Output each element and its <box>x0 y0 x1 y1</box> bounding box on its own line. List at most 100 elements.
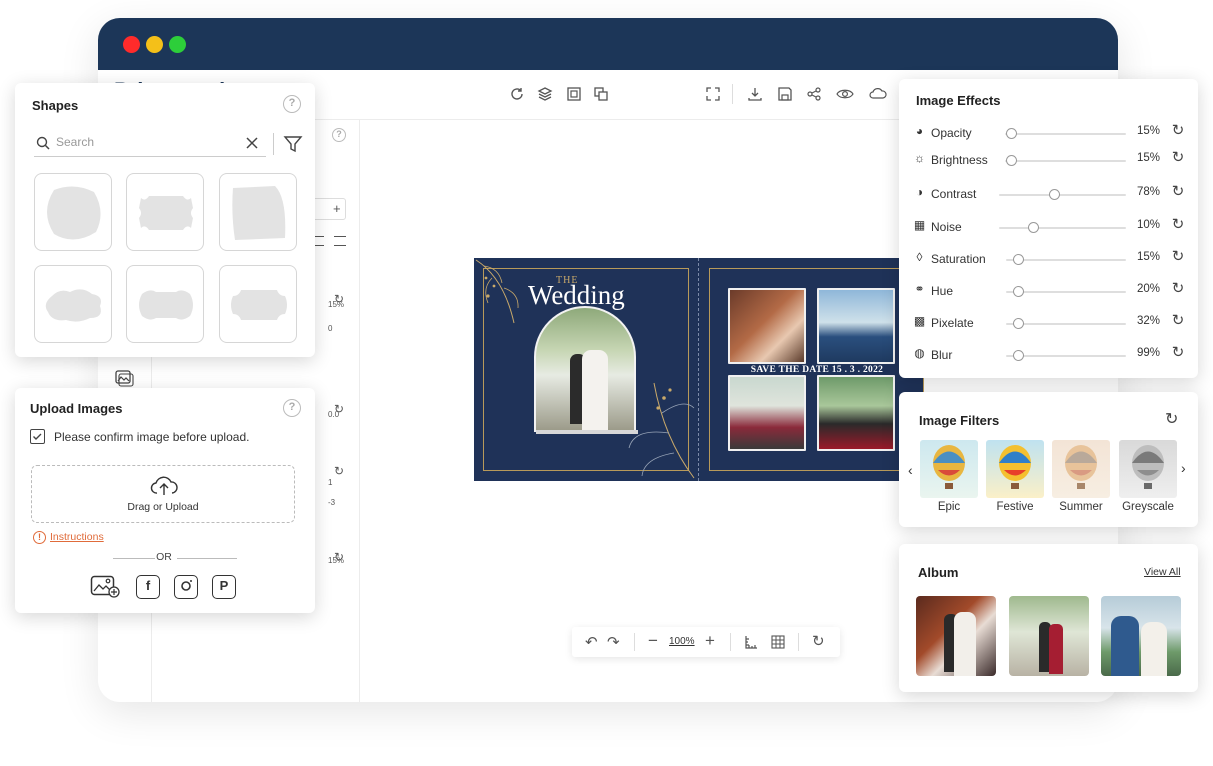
effect-slider-track[interactable] <box>1006 355 1126 357</box>
preview-icon[interactable] <box>836 86 854 104</box>
effect-slider-handle[interactable] <box>1013 318 1024 329</box>
zoom-in-icon[interactable]: + <box>705 631 715 651</box>
shape-tile-ornate[interactable] <box>219 265 297 343</box>
effect-reset-icon[interactable]: ↻ <box>1170 123 1186 139</box>
effect-slider-handle[interactable] <box>1013 350 1024 361</box>
filter-thumb-festive[interactable] <box>986 440 1044 498</box>
duplicate-icon[interactable] <box>592 86 610 104</box>
title-bar <box>98 18 1118 70</box>
undo-icon[interactable]: ↶ <box>585 633 598 651</box>
save-the-date-text[interactable]: SAVE THE DATE 15 . 3 . 2022 <box>728 365 906 375</box>
effect-slider-track[interactable] <box>1006 259 1126 261</box>
filter-icon[interactable] <box>283 134 303 154</box>
instructions-link[interactable]: Instructions <box>50 531 104 543</box>
image-effects-panel: Image Effects ◕ Opacity 15% ↻ ☼ Brightness 15%… <box>899 79 1198 378</box>
redo-icon[interactable]: ↷ <box>607 633 620 651</box>
zoom-level[interactable]: 100% <box>669 636 695 647</box>
ruler-icon[interactable] <box>744 635 758 649</box>
shape-tile-badge[interactable] <box>126 265 204 343</box>
effect-row-blur: ◍ Blur 99% ↻ <box>899 345 1199 365</box>
filter-thumb-summer[interactable] <box>1052 440 1110 498</box>
effect-label: Hue <box>931 284 954 298</box>
check-icon <box>33 433 42 440</box>
effect-slider-handle[interactable] <box>1006 155 1017 166</box>
effect-slider-track[interactable] <box>1006 291 1126 293</box>
collage-photo[interactable] <box>728 288 806 364</box>
album-photo[interactable] <box>916 596 996 676</box>
filter-thumb-epic[interactable] <box>920 440 978 498</box>
share-icon[interactable] <box>805 86 823 104</box>
shapes-panel: Shapes ? Search <box>15 83 315 357</box>
effect-slider-track[interactable] <box>1005 160 1126 162</box>
effect-label: Saturation <box>931 252 986 266</box>
filters-reset-icon[interactable]: ↻ <box>1165 409 1178 429</box>
instagram-icon[interactable] <box>174 575 198 599</box>
effect-slider-handle[interactable] <box>1013 254 1024 265</box>
effect-value: 10% <box>1137 219 1161 231</box>
filters-prev-icon[interactable]: ‹ <box>908 462 913 478</box>
view-all-link[interactable]: View All <box>1144 566 1181 578</box>
effect-slider-track[interactable] <box>999 227 1126 229</box>
grid-icon[interactable] <box>771 635 785 649</box>
wedding-design-canvas[interactable]: THE Wedding SAVE THE DATE 15 . 3 . 2022 <box>474 258 924 481</box>
effect-reset-icon[interactable]: ↻ <box>1170 217 1186 233</box>
download-icon[interactable] <box>746 86 764 104</box>
collage-photo[interactable] <box>817 375 895 451</box>
fullscreen-icon[interactable] <box>704 86 722 104</box>
shape-tile-cloud[interactable] <box>34 265 112 343</box>
clear-search-icon[interactable] <box>246 137 258 149</box>
effect-reset-icon[interactable]: ↻ <box>1170 249 1186 265</box>
shapes-help-icon[interactable]: ? <box>283 95 301 113</box>
properties-help-icon[interactable]: ? <box>332 128 346 142</box>
shape-tile-blob[interactable] <box>34 173 112 251</box>
layers-icon[interactable] <box>536 86 554 104</box>
collage-photo[interactable] <box>728 375 806 451</box>
filters-next-icon[interactable]: › <box>1181 460 1186 476</box>
save-icon[interactable] <box>776 86 794 104</box>
effect-slider-track[interactable] <box>999 194 1126 196</box>
collage-photo[interactable] <box>817 288 895 364</box>
upload-help-icon[interactable]: ? <box>283 399 301 417</box>
arch-photo[interactable] <box>534 306 636 432</box>
shape-tile-square[interactable] <box>219 173 297 251</box>
album-photo[interactable] <box>1101 596 1181 676</box>
effect-reset-icon[interactable]: ↻ <box>1170 281 1186 297</box>
minimize-window-button[interactable] <box>146 36 163 53</box>
facebook-icon[interactable]: f <box>136 575 160 599</box>
maximize-window-button[interactable] <box>169 36 186 53</box>
cloud-icon[interactable] <box>869 86 887 104</box>
effect-row-brightness: ☼ Brightness 15% ↻ <box>899 150 1199 170</box>
filter-thumb-greyscale[interactable] <box>1119 440 1177 498</box>
gallery-icon[interactable] <box>90 575 120 599</box>
effect-value: 15% <box>1137 125 1161 137</box>
album-photo[interactable] <box>1009 596 1089 676</box>
effect-reset-icon[interactable]: ↻ <box>1170 313 1186 329</box>
shape-tile-label[interactable] <box>126 173 204 251</box>
images-tool-icon[interactable] <box>114 368 134 388</box>
reset-view-icon[interactable]: ↻ <box>812 632 825 650</box>
add-frame-icon[interactable] <box>565 86 583 104</box>
effect-label: Pixelate <box>931 316 974 330</box>
zoom-out-icon[interactable]: − <box>648 631 658 651</box>
effect-slider-track[interactable] <box>1006 323 1126 325</box>
refresh-icon[interactable] <box>508 86 526 104</box>
shapes-search-input[interactable]: Search <box>34 135 266 157</box>
align-justify-icon[interactable] <box>334 236 346 246</box>
pinterest-icon[interactable]: P <box>212 575 236 599</box>
effect-slider-handle[interactable] <box>1013 286 1024 297</box>
effect-reset-icon[interactable]: ↻ <box>1170 150 1186 166</box>
effect-slider-handle[interactable] <box>1006 128 1017 139</box>
effect-slider-handle[interactable] <box>1028 222 1039 233</box>
confirm-checkbox[interactable] <box>30 429 45 444</box>
close-window-button[interactable] <box>123 36 140 53</box>
reset-icon[interactable]: ↻ <box>334 464 344 478</box>
effect-value: 78% <box>1137 186 1161 198</box>
effect-slider-track[interactable] <box>1005 133 1126 135</box>
effect-value: 15% <box>1137 152 1161 164</box>
effect-slider-handle[interactable] <box>1049 189 1060 200</box>
effect-reset-icon[interactable]: ↻ <box>1170 345 1186 361</box>
effect-reset-icon[interactable]: ↻ <box>1170 184 1186 200</box>
effect-label: Blur <box>931 348 953 362</box>
upload-dropzone[interactable]: Drag or Upload <box>31 465 295 523</box>
plus-icon[interactable]: + <box>333 201 341 216</box>
